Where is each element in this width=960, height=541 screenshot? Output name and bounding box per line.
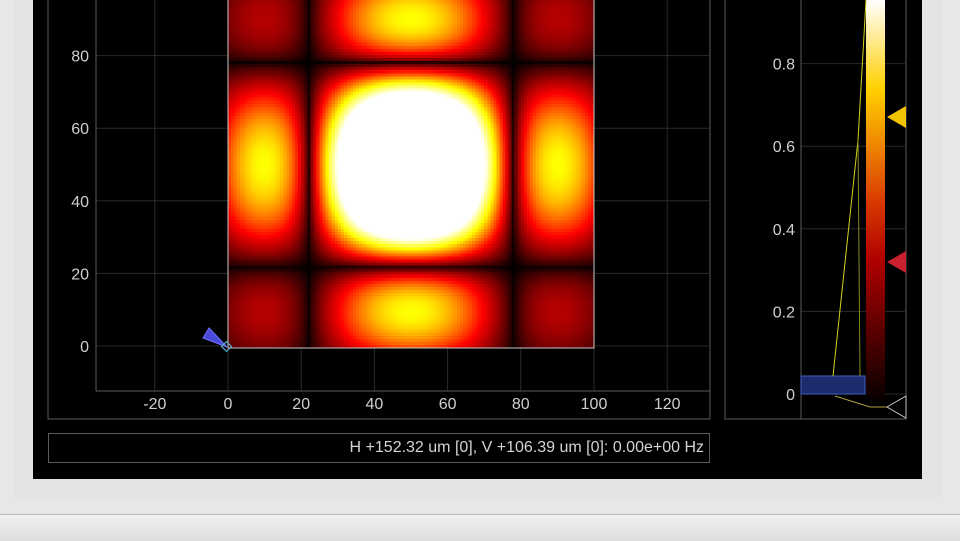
- colorbar-gradient: [866, 0, 885, 406]
- low-level-arrow-icon[interactable]: [887, 251, 906, 273]
- x-tick-label: 120: [654, 396, 681, 413]
- high-level-arrow-icon[interactable]: [887, 106, 906, 128]
- colorbar-ticks: 0 0.2 0.4 0.6 0.8: [773, 57, 795, 404]
- main-x-ticks: -20 0 20 40 60 80 100 120: [143, 396, 680, 413]
- x-tick-label: 60: [439, 396, 457, 413]
- colorbar-tick-label: 0.2: [773, 304, 795, 321]
- x-tick-label: 0: [224, 396, 233, 413]
- heatmap-image: [228, 0, 594, 348]
- colorbar-grid: [801, 63, 906, 395]
- colorbar-tick-label: 0.4: [773, 222, 795, 239]
- colorbar-tick-label: 0: [786, 387, 795, 404]
- y-tick-label: 20: [71, 266, 89, 283]
- y-tick-label: 40: [71, 194, 89, 211]
- status-readout-box: H +152.32 um [0], V +106.39 um [0]: 0.00…: [48, 433, 710, 463]
- status-readout: H +152.32 um [0], V +106.39 um [0]: 0.00…: [349, 439, 704, 456]
- x-tick-label: 20: [292, 396, 310, 413]
- x-tick-label: 100: [581, 396, 608, 413]
- y-tick-label: 60: [71, 121, 89, 138]
- histogram-bar: [800, 375, 866, 395]
- black-level-arrow-icon[interactable]: [886, 395, 907, 419]
- x-tick-label: -20: [143, 396, 166, 413]
- y-tick-label: 80: [71, 49, 89, 66]
- x-tick-label: 80: [512, 396, 530, 413]
- main-y-ticks: 0 20 40 60 80: [71, 49, 89, 356]
- colorbar-tick-label: 0.6: [773, 139, 795, 156]
- y-tick-label: 0: [80, 339, 89, 356]
- histogram-line: [832, 0, 867, 377]
- colorbar-tick-label: 0.8: [773, 57, 795, 74]
- histogram-line-secondary: [857, 139, 861, 377]
- x-tick-label: 40: [366, 396, 384, 413]
